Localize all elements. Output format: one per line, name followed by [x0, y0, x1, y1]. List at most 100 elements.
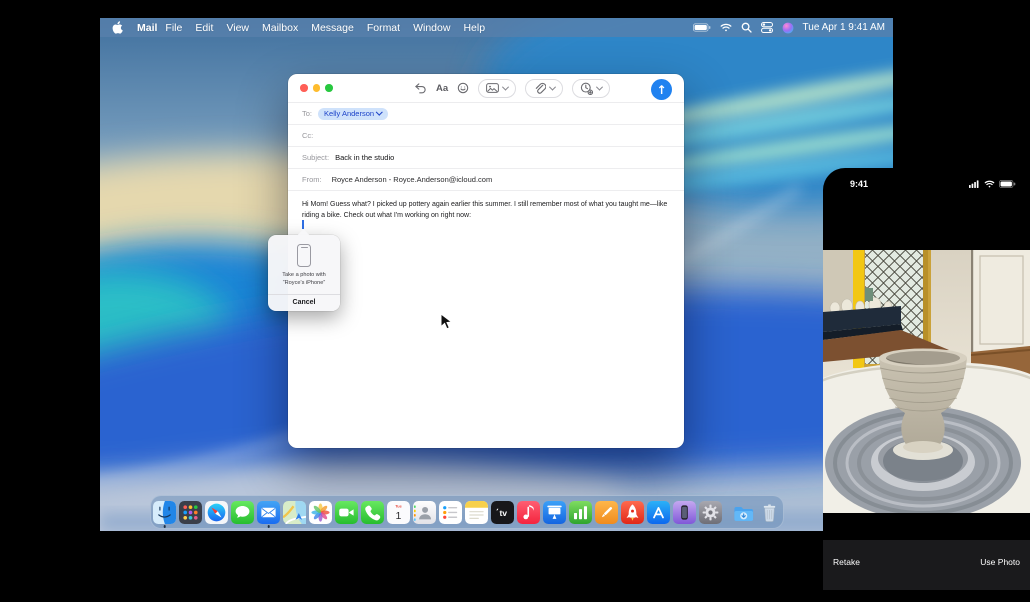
menu-file[interactable]: File: [165, 22, 182, 34]
photo-browser-button[interactable]: [478, 79, 516, 98]
dock-app-pages[interactable]: [595, 501, 618, 524]
mouse-cursor: [440, 313, 453, 335]
cc-field[interactable]: Cc:: [288, 125, 684, 147]
menu-bar-status: Tue Apr 1 9:41 AM: [693, 22, 885, 34]
text-caret: [302, 220, 304, 229]
dock-app-contacts[interactable]: [413, 501, 436, 524]
chevron-down-icon: [502, 83, 509, 90]
iphone-outline-icon: [297, 244, 311, 267]
dock-app-appstore[interactable]: [647, 501, 670, 524]
mail-compose-window: Aa ↑: [288, 74, 684, 448]
menu-message[interactable]: Message: [311, 22, 354, 34]
compose-header-fields: To: Kelly Anderson Cc: Subject: Back in …: [288, 103, 684, 191]
subject-value: Back in the studio: [335, 153, 394, 162]
menu-view[interactable]: View: [226, 22, 249, 34]
to-label: To:: [302, 109, 312, 118]
svg-text:tv: tv: [499, 508, 507, 518]
dock-app-safari[interactable]: [205, 501, 228, 524]
chevron-down-icon: [549, 83, 556, 90]
wifi-icon: [984, 180, 995, 188]
menu-app-name[interactable]: Mail: [137, 22, 157, 34]
dock-app-phone[interactable]: [361, 501, 384, 524]
dock-app-photos[interactable]: [309, 501, 332, 524]
siri-icon[interactable]: [782, 22, 794, 34]
dock-app-downloads[interactable]: [732, 501, 755, 524]
svg-text:Tue: Tue: [395, 504, 402, 508]
mac-desktop: Mail File Edit View Mailbox Message Format Win…: [100, 18, 893, 531]
recipient-name: Kelly Anderson: [324, 109, 374, 118]
use-photo-button[interactable]: Use Photo: [980, 557, 1020, 567]
emoji-picker-icon[interactable]: [457, 82, 469, 94]
dock-app-reminders[interactable]: [439, 501, 462, 524]
dock: Tue1 tv: [150, 495, 784, 529]
svg-text:1: 1: [396, 509, 402, 521]
to-field[interactable]: To: Kelly Anderson: [288, 103, 684, 125]
running-indicator: [267, 525, 270, 528]
dock-app-maps[interactable]: [283, 501, 306, 524]
popover-title-line1: Take a photo with: [271, 272, 337, 280]
menu-clock[interactable]: Tue Apr 1 9:41 AM: [803, 22, 885, 33]
dock-app-numbers[interactable]: [569, 501, 592, 524]
send-button[interactable]: ↑: [651, 79, 672, 100]
chevron-down-icon: [596, 83, 603, 90]
running-indicator: [163, 525, 166, 528]
menu-mailbox[interactable]: Mailbox: [262, 22, 298, 34]
battery-icon: [999, 180, 1016, 188]
window-controls: [300, 84, 333, 92]
compose-toolbar: Aa ↑: [288, 74, 684, 103]
subject-label: Subject:: [302, 153, 329, 162]
zoom-window-button[interactable]: [325, 84, 333, 92]
menu-item-list: File Edit View Mailbox Message Format Window He…: [165, 22, 485, 34]
undo-icon[interactable]: [414, 82, 427, 94]
send-later-button[interactable]: [572, 79, 610, 98]
battery-icon[interactable]: [693, 23, 711, 32]
camera-action-bar: Retake Use Photo: [823, 540, 1030, 590]
minimize-window-button[interactable]: [313, 84, 321, 92]
dock-app-trash[interactable]: [758, 501, 781, 524]
cc-label: Cc:: [302, 131, 313, 140]
popover-title-line2: “Royce's iPhone”: [271, 280, 337, 288]
retake-button[interactable]: Retake: [833, 557, 860, 567]
dock-app-rocket[interactable]: [621, 501, 644, 524]
screenshot-stage: Mail File Edit View Mailbox Message Format Win…: [0, 0, 1030, 602]
dock-app-facetime[interactable]: [335, 501, 358, 524]
menu-help[interactable]: Help: [463, 22, 485, 34]
apple-menu-icon[interactable]: [112, 21, 123, 34]
from-label: From:: [302, 175, 322, 184]
dock-app-iphone-app[interactable]: [673, 501, 696, 524]
from-value: Royce Anderson - Royce.Anderson@icloud.c…: [332, 175, 493, 184]
iphone-camera-panel: 9:41: [823, 168, 1030, 602]
spotlight-icon[interactable]: [741, 22, 752, 33]
recipient-token[interactable]: Kelly Anderson: [318, 108, 388, 120]
menu-bar: Mail File Edit View Mailbox Message Format Win…: [100, 18, 893, 37]
wifi-icon[interactable]: [720, 23, 732, 32]
dock-app-calendar[interactable]: Tue1: [387, 501, 410, 524]
dock-app-messages[interactable]: [231, 501, 254, 524]
message-body[interactable]: Hi Mom! Guess what? I picked up pottery …: [288, 191, 684, 222]
dock-app-finder[interactable]: [153, 501, 176, 524]
dock-app-appletv[interactable]: tv: [491, 501, 514, 524]
attachment-button[interactable]: [525, 79, 563, 98]
continuity-camera-popover: Take a photo with “Royce's iPhone” Cance…: [268, 235, 340, 311]
popover-title: Take a photo with “Royce's iPhone”: [268, 272, 340, 288]
menu-window[interactable]: Window: [413, 22, 450, 34]
iphone-status-time: 9:41: [850, 179, 868, 189]
dock-app-keynote[interactable]: [543, 501, 566, 524]
dock-app-notes[interactable]: [465, 501, 488, 524]
dock-app-launchpad[interactable]: [179, 501, 202, 524]
dock-app-mail[interactable]: [257, 501, 280, 524]
chevron-down-icon: [376, 109, 382, 115]
dock-app-settings[interactable]: [699, 501, 722, 524]
menu-format[interactable]: Format: [367, 22, 400, 34]
iphone-status-icons: [969, 180, 1016, 188]
menu-edit[interactable]: Edit: [195, 22, 213, 34]
dock-app-music[interactable]: [517, 501, 540, 524]
close-window-button[interactable]: [300, 84, 308, 92]
from-field[interactable]: From: Royce Anderson - Royce.Anderson@ic…: [288, 169, 684, 191]
cellular-signal-icon: [969, 180, 980, 188]
subject-field[interactable]: Subject: Back in the studio: [288, 147, 684, 169]
control-center-icon[interactable]: [761, 22, 773, 33]
cancel-button[interactable]: Cancel: [268, 295, 340, 311]
format-text-button[interactable]: Aa: [436, 83, 448, 94]
pottery-photo: [823, 250, 1030, 513]
